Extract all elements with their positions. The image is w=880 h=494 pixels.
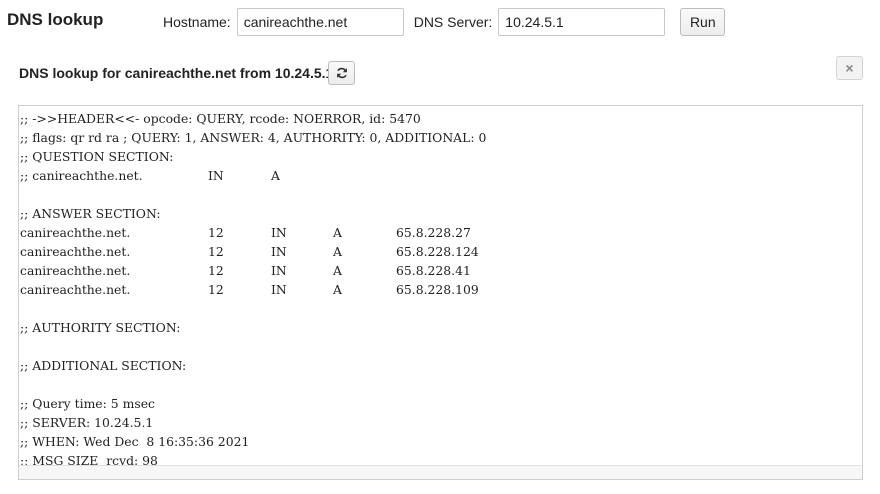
- output-line: ;; ANSWER SECTION:: [20, 206, 161, 221]
- close-icon: ×: [845, 60, 854, 76]
- output-line: ;; Query time: 5 msec: [20, 396, 155, 411]
- output-line: canireachthe.net. 12 IN A 65.8.228.41: [20, 263, 471, 278]
- refresh-icon: [336, 67, 347, 79]
- output-line: ;; ADDITIONAL SECTION:: [20, 358, 187, 373]
- output-line: canireachthe.net. 12 IN A 65.8.228.109: [20, 282, 479, 297]
- horizontal-scrollbar[interactable]: [19, 465, 862, 479]
- output-line: ;; SERVER: 10.24.5.1: [20, 415, 154, 430]
- output-line: ;; ->>HEADER<<- opcode: QUERY, rcode: NO…: [20, 111, 421, 126]
- output-line: ;; AUTHORITY SECTION:: [20, 320, 181, 335]
- result-title: DNS lookup for canireachthe.net from 10.…: [19, 65, 334, 81]
- hostname-input[interactable]: [236, 8, 404, 36]
- run-button[interactable]: Run: [680, 8, 726, 36]
- dns-server-input[interactable]: [498, 8, 666, 36]
- output-line: ;; WHEN: Wed Dec 8 16:35:36 2021: [20, 434, 250, 449]
- output-line: ;; QUESTION SECTION:: [20, 149, 174, 164]
- output-line: canireachthe.net. 12 IN A 65.8.228.124: [20, 244, 479, 259]
- dig-output-text: ;; ->>HEADER<<- opcode: QUERY, rcode: NO…: [19, 106, 862, 470]
- output-line: ;; flags: qr rd ra ; QUERY: 1, ANSWER: 4…: [20, 130, 487, 145]
- output-line: ;; canireachthe.net. IN A: [20, 168, 280, 183]
- hostname-label: Hostname:: [163, 14, 231, 30]
- close-button[interactable]: ×: [836, 56, 863, 80]
- lookup-toolbar: Hostname: DNS Server: Run: [163, 8, 726, 36]
- refresh-button[interactable]: [328, 61, 355, 85]
- output-line: canireachthe.net. 12 IN A 65.8.228.27: [20, 225, 471, 240]
- dig-output-box: ;; ->>HEADER<<- opcode: QUERY, rcode: NO…: [18, 105, 863, 480]
- app-title: DNS lookup: [7, 10, 104, 29]
- dns-server-label: DNS Server:: [413, 14, 493, 30]
